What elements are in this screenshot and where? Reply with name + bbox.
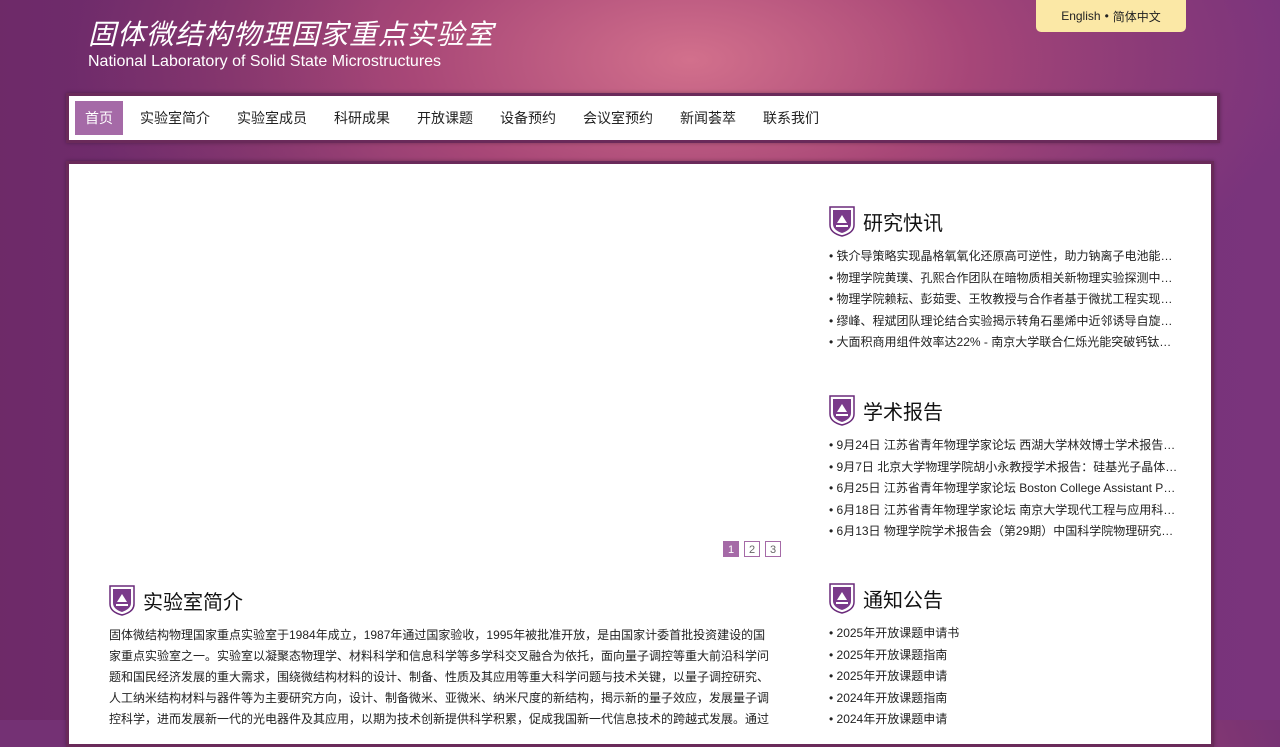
main-content: 1 2 3 研究快讯 • 铁介导策略实现晶格氧氧化还原高可逆性，助力钠离子电池能… [66,161,1214,747]
list-item[interactable]: • 物理学院赖耘、彭茹雯、王牧教授与合作者基于微扰工程实现光学新效应 [829,289,1179,311]
university-crest-icon [829,395,855,426]
image-slider[interactable] [109,184,789,564]
nav-lab-members[interactable]: 实验室成员 [227,101,317,135]
logo-english-name: National Laboratory of Solid State Micro… [88,53,442,70]
slider-page-button[interactable]: 1 [723,541,739,557]
logo-chinese-name: 固体微结构物理国家重点实验室 [88,18,495,51]
lang-english-link[interactable]: English [1061,9,1100,23]
research-news-title: 研究快讯 [863,212,943,235]
lab-logo[interactable]: 固体微结构物理国家重点实验室 National Laboratory of So… [88,18,508,74]
reports-section: 学术报告 • 9月24日 江苏省青年物理学家论坛 西湖大学林效博士学术报告：新型… [829,393,1179,543]
reports-title: 学术报告 [863,401,943,424]
nav-equipment-booking[interactable]: 设备预约 [490,101,566,135]
notices-title: 通知公告 [863,589,943,612]
list-item[interactable]: • 2025年开放课题申请书 [829,623,1179,645]
lab-intro-title[interactable]: 实验室简介 [143,586,243,615]
lang-chinese-link[interactable]: 简体中文 [1113,8,1161,25]
nav-open-projects[interactable]: 开放课题 [407,101,483,135]
list-item[interactable]: • 缪峰、程斌团队理论结合实验揭示转角石墨烯中近邻诱导自旋轨道耦合 [829,311,1179,333]
list-item[interactable]: • 6月18日 江苏省青年物理学家论坛 南京大学现代工程与应用科学学院学术报告 [829,500,1179,522]
list-item[interactable]: • 2025年开放课题指南 [829,645,1179,667]
slider-page-button[interactable]: 3 [765,541,781,557]
university-crest-icon [829,583,855,614]
nav-research-results[interactable]: 科研成果 [324,101,400,135]
nav-home[interactable]: 首页 [75,101,123,135]
list-item[interactable]: • 2024年开放课题指南 [829,688,1179,710]
nav-lab-intro[interactable]: 实验室简介 [130,101,220,135]
lab-intro-section: 实验室简介 固体微结构物理国家重点实验室于1984年成立，1987年通过国家验收… [109,583,789,730]
list-item[interactable]: • 9月7日 北京大学物理学院胡小永教授学术报告：硅基光子晶体与拓扑光子学 [829,457,1179,479]
language-switcher: English • 简体中文 [1036,0,1186,32]
list-item[interactable]: • 6月13日 物理学院学术报告会（第29期）中国科学院物理研究所研究员报告 [829,521,1179,543]
slider-pager: 1 2 3 [723,541,781,557]
research-news-section: 研究快讯 • 铁介导策略实现晶格氧氧化还原高可逆性，助力钠离子电池能量密度提升 … [829,204,1179,354]
list-item[interactable]: • 9月24日 江苏省青年物理学家论坛 西湖大学林效博士学术报告：新型量子材料 [829,435,1179,457]
list-item[interactable]: • 大面积商用组件效率达22% - 南京大学联合仁烁光能突破钙钛矿叠层电池 [829,332,1179,354]
notices-section: 通知公告 • 2025年开放课题申请书 • 2025年开放课题指南 • 2025… [829,581,1179,731]
lang-separator: • [1104,9,1109,23]
slider-page-button[interactable]: 2 [744,541,760,557]
list-item[interactable]: • 6月25日 江苏省青年物理学家论坛 Boston College Assis… [829,478,1179,500]
nav-contact[interactable]: 联系我们 [753,101,829,135]
main-nav: 首页 实验室简介 实验室成员 科研成果 开放课题 设备预约 会议室预约 新闻荟萃… [66,93,1220,143]
nav-meeting-room-booking[interactable]: 会议室预约 [573,101,663,135]
nav-news[interactable]: 新闻荟萃 [670,101,746,135]
lab-intro-text: 固体微结构物理国家重点实验室于1984年成立，1987年通过国家验收，1995年… [109,628,770,726]
university-crest-icon [109,585,135,616]
university-crest-icon [829,206,855,237]
list-item[interactable]: • 2025年开放课题申请 [829,666,1179,688]
list-item[interactable]: • 铁介导策略实现晶格氧氧化还原高可逆性，助力钠离子电池能量密度提升 [829,246,1179,268]
list-item[interactable]: • 物理学院黄璞、孔熙合作团队在暗物质相关新物理实验探测中取得重要进展 [829,268,1179,290]
